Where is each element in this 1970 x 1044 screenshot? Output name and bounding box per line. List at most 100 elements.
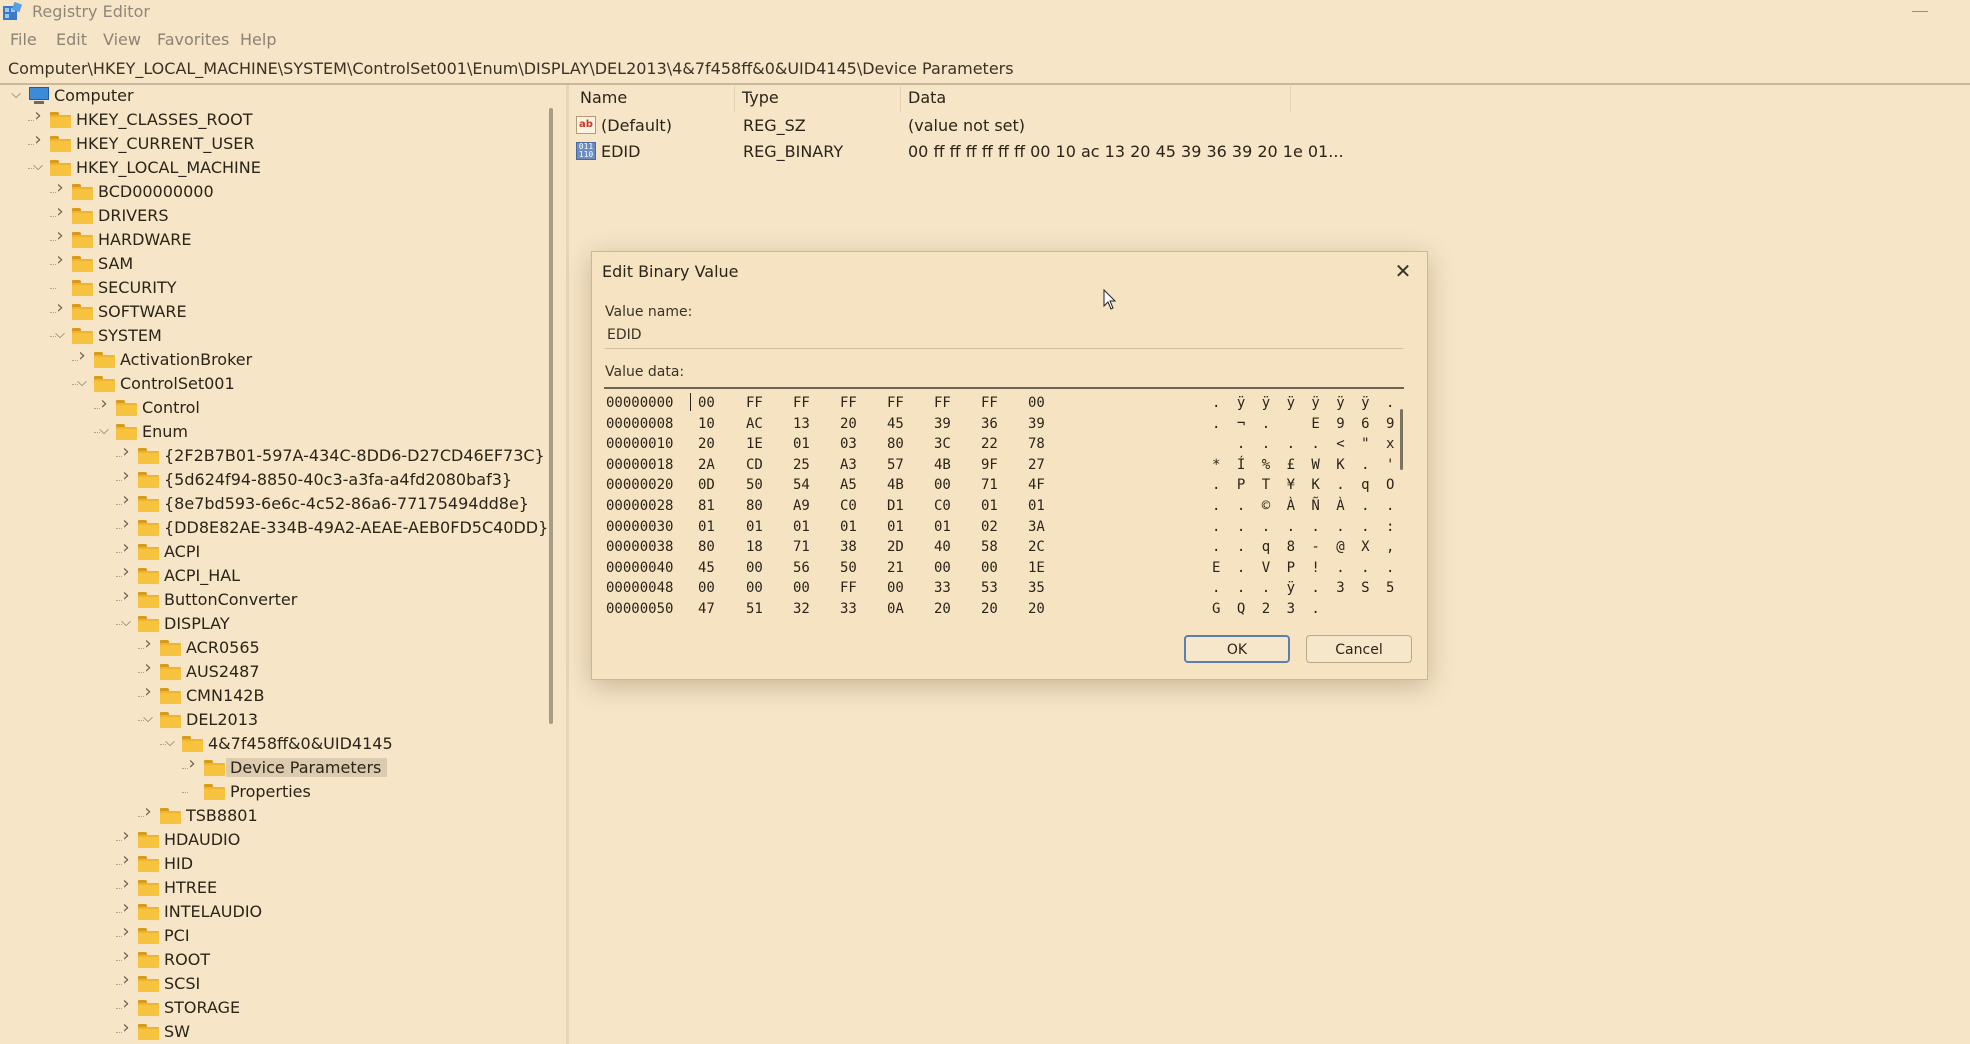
hex-byte[interactable]: 4B [934, 457, 951, 473]
tree-item[interactable]: › BCD00000000 [0, 179, 540, 203]
hex-byte[interactable]: 25 [793, 457, 810, 473]
tree-item[interactable]: › INTELAUDIO [0, 899, 540, 923]
hex-byte[interactable]: 4B [887, 477, 904, 493]
tree-item[interactable]: › SCSI [0, 971, 540, 995]
hex-scrollbar[interactable] [1400, 409, 1403, 470]
hex-byte[interactable]: 50 [746, 477, 763, 493]
hex-byte[interactable]: C0 [840, 498, 857, 514]
tree-item[interactable]: ⌵ DEL2013 [0, 709, 540, 731]
hex-byte[interactable]: 01 [840, 519, 857, 535]
hex-byte[interactable]: 54 [793, 477, 810, 493]
column-divider[interactable] [900, 86, 901, 112]
hex-byte[interactable]: 71 [793, 539, 810, 555]
column-divider[interactable] [1290, 86, 1291, 112]
hex-row[interactable]: 00000040 45 00 56 50 21 00 00 1E E . V P ! . . . [604, 560, 1394, 578]
hex-byte[interactable]: 13 [793, 416, 810, 432]
tree-item[interactable]: › ACPI [0, 539, 540, 563]
hex-byte[interactable]: 38 [840, 539, 857, 555]
hex-byte[interactable]: 9F [981, 457, 998, 473]
hex-byte[interactable]: D1 [887, 498, 904, 514]
tree-item[interactable]: › HKEY_CLASSES_ROOT [0, 107, 540, 131]
hex-byte[interactable]: 00 [746, 580, 763, 596]
hex-byte[interactable]: 81 [698, 498, 715, 514]
tree-item[interactable]: › Control [0, 395, 540, 419]
column-divider[interactable] [734, 86, 735, 112]
menu-view[interactable]: View [103, 30, 141, 49]
hex-byte[interactable]: 3C [934, 436, 951, 452]
tree-item[interactable]: ⌵ 4&7f458ff&0&UID4145 [0, 733, 540, 755]
column-type[interactable]: Type [742, 88, 779, 110]
hex-byte[interactable]: 27 [1028, 457, 1045, 473]
tree-item[interactable]: › Device Parameters [0, 755, 540, 779]
hex-row[interactable]: 00000020 0D 50 54 A5 4B 00 71 4F. P T ¥ K . q O [604, 477, 1394, 495]
tree-item[interactable]: › ROOT [0, 947, 540, 971]
hex-byte[interactable]: 1E [1028, 560, 1045, 576]
hex-byte[interactable]: 00 [746, 560, 763, 576]
tree-item[interactable]: › {DD8E82AE-334B-49A2-AEAE-AEB0FD5C40DD} [0, 515, 548, 539]
hex-byte[interactable]: FF [981, 395, 998, 411]
hex-byte[interactable]: 00 [1028, 395, 1045, 411]
hex-row[interactable]: 00000010 20 1E 01 03 80 3C 22 78 . . . . < " x [604, 436, 1394, 454]
hex-byte[interactable]: FF [840, 395, 857, 411]
hex-byte[interactable]: 45 [698, 560, 715, 576]
hex-row[interactable]: 00000038 80 18 71 38 2D 40 58 2C. . q 8 - @ X , [604, 539, 1394, 557]
minimize-button[interactable] [1912, 11, 1928, 12]
hex-byte[interactable]: FF [840, 580, 857, 596]
hex-byte[interactable]: 33 [934, 580, 951, 596]
value-name-field[interactable]: EDID [605, 323, 1403, 349]
tree-item[interactable]: › AUS2487 [0, 659, 540, 683]
hex-byte[interactable]: 18 [746, 539, 763, 555]
column-data[interactable]: Data [908, 88, 946, 110]
tree-item[interactable]: › ActivationBroker [0, 347, 540, 371]
hex-row[interactable]: 00000008 10 AC 13 20 45 39 36 39. ¬ . E 9 6 9 [604, 416, 1394, 434]
tree-item[interactable]: SECURITY [0, 277, 540, 299]
hex-byte[interactable]: 20 [840, 416, 857, 432]
hex-byte[interactable]: 01 [887, 519, 904, 535]
tree-item[interactable]: › TSB8801 [0, 803, 540, 827]
hex-byte[interactable]: 01 [934, 519, 951, 535]
hex-byte[interactable]: 80 [887, 436, 904, 452]
hex-byte[interactable]: 0D [698, 477, 715, 493]
hex-byte[interactable]: 02 [981, 519, 998, 535]
hex-byte[interactable]: 39 [934, 416, 951, 432]
hex-byte[interactable]: 20 [1028, 601, 1045, 617]
hex-byte[interactable]: 00 [793, 580, 810, 596]
tree-item[interactable]: › STORAGE [0, 995, 540, 1019]
hex-byte[interactable]: 03 [840, 436, 857, 452]
hex-byte[interactable]: 00 [887, 580, 904, 596]
hex-byte[interactable]: 20 [698, 436, 715, 452]
pane-splitter[interactable] [566, 85, 569, 1044]
hex-byte[interactable]: FF [887, 395, 904, 411]
tree-item[interactable]: › HKEY_CURRENT_USER [0, 131, 540, 155]
hex-editor[interactable]: 00000000 00 FF FF FF FF FF FF 00. ÿ ÿ ÿ ÿ ÿ ÿ .0… [604, 387, 1404, 625]
hex-byte[interactable]: 00 [698, 395, 715, 411]
hex-byte[interactable]: 53 [981, 580, 998, 596]
tree-item[interactable]: ⌵ Enum [0, 421, 540, 443]
chevron-down-icon[interactable]: ⌵ [9, 88, 23, 102]
hex-byte[interactable]: 4F [1028, 477, 1045, 493]
menu-file[interactable]: File [10, 30, 37, 49]
hex-byte[interactable]: 01 [793, 519, 810, 535]
hex-byte[interactable]: 33 [840, 601, 857, 617]
hex-byte[interactable]: 20 [981, 601, 998, 617]
hex-row[interactable]: 00000030 01 01 01 01 01 01 02 3A. . . . . . . : [604, 519, 1394, 537]
tree-item[interactable]: ⌵ HKEY_LOCAL_MACHINE [0, 157, 540, 179]
tree-item[interactable]: › HDAUDIO [0, 827, 540, 851]
hex-byte[interactable]: 71 [981, 477, 998, 493]
chevron-down-icon[interactable]: ⌵ [119, 616, 133, 630]
hex-byte[interactable]: 10 [698, 416, 715, 432]
hex-byte[interactable]: A9 [793, 498, 810, 514]
hex-byte[interactable]: 32 [793, 601, 810, 617]
menu-help[interactable]: Help [240, 30, 276, 49]
tree-item[interactable]: › {8e7bd593-6e6c-4c52-86a6-77175494dd8e} [0, 491, 540, 515]
chevron-down-icon[interactable]: ⌵ [75, 376, 89, 390]
tree-item[interactable]: › SW [0, 1019, 540, 1043]
tree-item[interactable]: › {2F2B7B01-597A-434C-8DD6-D27CD46EF73C} [0, 443, 545, 467]
close-icon[interactable]: ✕ [1391, 259, 1415, 283]
hex-byte[interactable]: 1E [746, 436, 763, 452]
hex-row[interactable]: 00000018 2A CD 25 A3 57 4B 9F 27 * Í % £ W K . ' [604, 457, 1394, 475]
hex-byte[interactable]: FF [746, 395, 763, 411]
tree-item[interactable]: › ACR0565 [0, 635, 540, 659]
tree-item[interactable]: ⌵ Computer [0, 85, 540, 107]
hex-byte[interactable]: 20 [934, 601, 951, 617]
